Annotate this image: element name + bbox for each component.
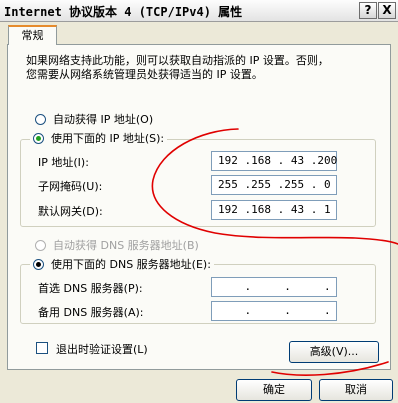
ok-button[interactable]: 确定 (236, 379, 312, 401)
radio-auto-dns[interactable]: 自动获得 DNS 服务器地址(B) (35, 237, 199, 253)
subnet-mask-label: 子网掩码(U): (38, 180, 103, 193)
help-button[interactable]: ? (359, 2, 377, 19)
radio-manual-dns-indicator (33, 258, 44, 270)
validate-settings-label: 退出时验证设置(L) (56, 343, 148, 356)
radio-manual-ip[interactable]: 使用下面的 IP 地址(S): (30, 130, 168, 146)
preferred-dns-input[interactable]: . . . (211, 277, 337, 297)
cancel-button[interactable]: 取消 (319, 379, 393, 401)
radio-auto-dns-indicator (35, 239, 46, 251)
ip-address-input[interactable]: 192 .168 . 43 .200 (211, 151, 337, 171)
window-title: Internet 协议版本 4 (TCP/IPv4) 属性 (4, 5, 243, 19)
radio-auto-dns-label: 自动获得 DNS 服务器地址(B) (53, 239, 199, 252)
default-gateway-label: 默认网关(D): (38, 205, 103, 218)
radio-manual-dns-label: 使用下面的 DNS 服务器地址(E): (51, 258, 211, 271)
alternate-dns-input[interactable]: . . . (211, 301, 337, 321)
radio-auto-ip-label: 自动获得 IP 地址(O) (53, 113, 154, 126)
alternate-dns-label: 备用 DNS 服务器(A): (38, 306, 144, 319)
subnet-mask-input[interactable]: 255 .255 .255 . 0 (211, 175, 337, 195)
radio-manual-ip-label: 使用下面的 IP 地址(S): (51, 132, 165, 145)
radio-manual-ip-indicator (33, 132, 44, 144)
intro-text: 如果网络支持此功能，则可以获取自动指派的 IP 设置。否则， 您需要从网络系统管… (26, 54, 329, 81)
ip-address-label: IP 地址(I): (38, 156, 89, 169)
preferred-dns-label: 首选 DNS 服务器(P): (38, 282, 143, 295)
tab-general[interactable]: 常规 (8, 25, 57, 45)
default-gateway-input[interactable]: 192 .168 . 43 . 1 (211, 200, 337, 220)
close-button[interactable]: X (378, 2, 396, 19)
radio-auto-ip[interactable]: 自动获得 IP 地址(O) (35, 111, 153, 127)
advanced-button[interactable]: 高级(V)... (289, 341, 379, 363)
title-bar: Internet 协议版本 4 (TCP/IPv4) 属性 ? X (0, 0, 398, 22)
radio-auto-ip-indicator (35, 113, 46, 125)
validate-settings-checkbox[interactable] (36, 342, 48, 354)
radio-manual-dns[interactable]: 使用下面的 DNS 服务器地址(E): (30, 256, 214, 272)
